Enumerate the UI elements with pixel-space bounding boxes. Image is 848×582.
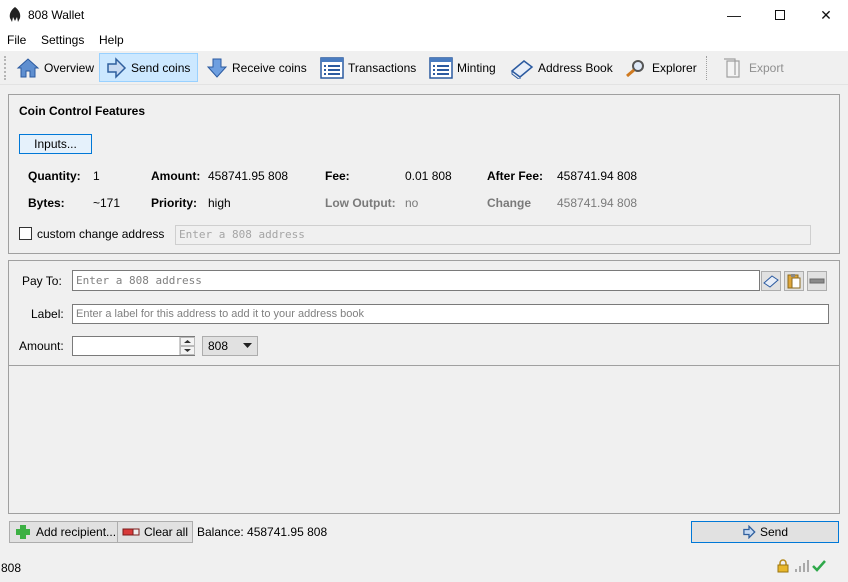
connection-bars-icon [795,560,809,572]
fee-value: 0.01 808 [405,169,452,183]
menu-file[interactable]: File [7,33,26,47]
after-fee-label: After Fee: [487,169,544,183]
home-icon [16,57,40,77]
send-button-label: Send [759,525,789,539]
lock-icon [777,559,789,573]
bytes-label: Bytes: [28,196,65,210]
recipients-scroll-area [8,366,840,514]
tab-overview-label: Overview [44,60,95,75]
export-label: Export [749,60,784,75]
paste-clipboard-icon [787,274,801,289]
tab-send-coins-label: Send coins [131,60,191,75]
add-plus-icon [16,525,30,539]
tab-transactions-label: Transactions [348,60,417,75]
amount-spinbox[interactable] [179,337,195,355]
send-button[interactable]: Send [691,521,839,543]
paste-button[interactable] [784,271,804,291]
minting-list-icon [429,56,453,79]
tab-minting[interactable]: Minting [424,53,501,82]
tab-receive-coins-label: Receive coins [232,60,307,75]
transactions-list-icon [320,56,344,79]
tab-send-coins[interactable]: Send coins [99,53,198,82]
menu-settings[interactable]: Settings [41,33,84,47]
custom-change-checkbox[interactable] [19,227,32,240]
quantity-label: Quantity: [28,169,81,183]
pay-to-input[interactable]: Enter a 808 address [72,270,760,291]
spin-arrows-icon [180,337,195,355]
remove-icon [809,278,825,284]
add-recipient-button[interactable]: Add recipient... [9,521,122,543]
unit-select[interactable]: 808 [202,336,258,356]
amount-label: Amount: [151,169,201,183]
receive-arrow-icon [206,58,228,78]
tab-address-book[interactable]: Address Book [505,53,618,82]
fee-label: Fee: [325,169,350,183]
toolbar-separator [706,56,707,80]
window-title: 808 Wallet [28,8,85,22]
maximize-icon [775,10,785,20]
pay-to-label: Pay To: [22,274,62,288]
tab-explorer-label: Explorer [652,60,697,75]
synced-check-icon [812,560,826,572]
tab-explorer[interactable]: Explorer [619,53,702,82]
clear-eraser-icon [122,528,140,536]
amount-field-label: Amount: [19,339,64,353]
export-icon [724,57,740,78]
unit-select-value: 808 [208,339,229,353]
address-book-icon [510,59,534,79]
app-logo-icon [9,7,21,22]
coin-control-title: Coin Control Features [19,104,146,118]
tab-receive-coins[interactable]: Receive coins [201,53,312,82]
tab-address-book-label: Address Book [538,60,613,75]
close-icon: ✕ [820,6,832,23]
balance-text: Balance: 458741.95 808 [197,525,328,539]
clear-all-button[interactable]: Clear all [117,521,194,543]
after-fee-value: 458741.94 808 [557,169,638,183]
send-arrow-icon [743,525,756,539]
inputs-button-label: Inputs... [34,137,77,151]
address-book-icon [763,275,779,288]
amount-value: 458741.95 808 [208,169,289,183]
label-input[interactable]: Enter a label for this address to add it… [72,304,829,324]
tab-overview[interactable]: Overview [11,53,99,82]
inputs-button[interactable]: Inputs... [19,134,92,154]
address-book-button[interactable] [761,271,781,291]
remove-recipient-button[interactable] [807,271,827,291]
tab-minting-label: Minting [457,60,496,75]
chevron-down-icon [243,343,252,348]
change-value: 458741.94 808 [557,196,638,210]
export-button[interactable]: Export [716,53,789,82]
priority-label: Priority: [151,196,198,210]
amount-input[interactable] [72,336,195,356]
priority-value: high [208,196,231,210]
minimize-button[interactable]: — [711,0,757,30]
low-output-value: no [405,196,419,210]
explorer-magnifier-icon [626,59,644,77]
clear-all-label: Clear all [144,525,189,539]
menu-help[interactable]: Help [99,33,124,47]
label-label: Label: [31,307,64,321]
add-recipient-label: Add recipient... [36,525,117,539]
quantity-value: 1 [93,169,100,183]
maximize-button[interactable] [757,0,803,30]
bytes-value: ~171 [93,196,121,210]
status-unit: 808 [1,561,22,575]
minimize-icon: — [727,7,741,23]
custom-change-address-input: Enter a 808 address [175,225,811,245]
close-button[interactable]: ✕ [803,0,848,30]
custom-change-label[interactable]: custom change address [37,227,164,241]
tab-transactions[interactable]: Transactions [315,53,421,82]
menu-bar [0,30,848,51]
send-arrow-icon [107,56,127,79]
toolbar-grip [4,56,6,80]
low-output-label: Low Output: [325,196,396,210]
change-label: Change [487,196,532,210]
